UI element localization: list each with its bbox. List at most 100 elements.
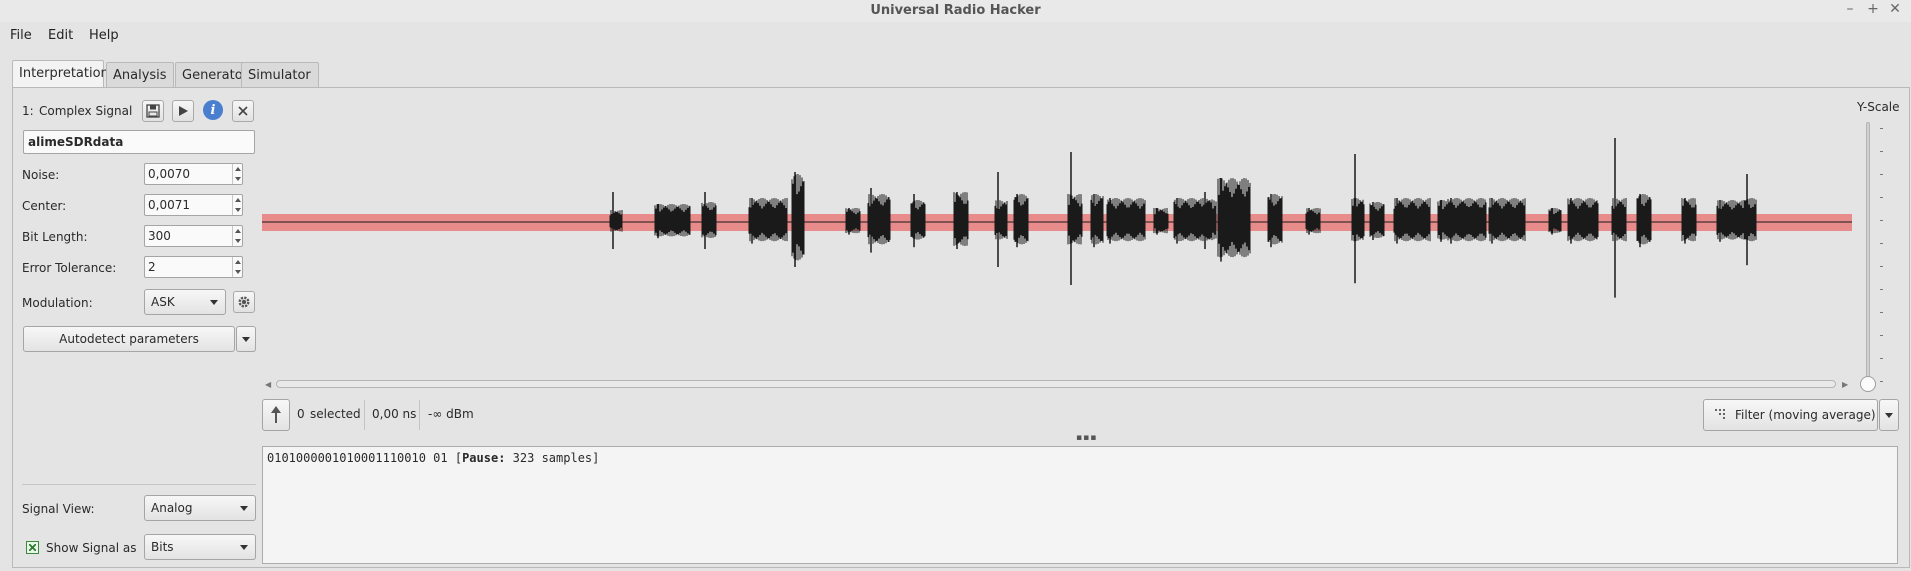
signal-burst: [1305, 208, 1321, 234]
error-tolerance-stepper[interactable]: [232, 257, 242, 277]
signal-burst: [1090, 194, 1104, 245]
divider: [364, 400, 365, 430]
close-signal-button[interactable]: [232, 100, 254, 122]
bit-length-stepper[interactable]: [232, 226, 242, 246]
show-signal-checkbox[interactable]: [26, 541, 39, 554]
maximize-button[interactable]: +: [1864, 1, 1882, 17]
scroll-right-icon[interactable]: ▶: [1842, 380, 1848, 389]
signal-burst: [1488, 198, 1526, 242]
y-scale-slider-handle[interactable]: [1860, 376, 1876, 392]
pause-value: 323 samples: [512, 451, 593, 465]
signal-burst: [1267, 194, 1283, 245]
close-icon: [238, 106, 248, 116]
signal-burst: [1636, 194, 1652, 245]
y-scale-label: Y-Scale: [1857, 100, 1900, 114]
y-scale-slider[interactable]: [1866, 122, 1870, 384]
pause-label: Pause:: [462, 451, 506, 465]
signal-burst: [1743, 198, 1757, 242]
signal-burst: [609, 210, 623, 232]
title-bar: Universal Radio Hacker – + ✕: [0, 0, 1911, 22]
splitter-handle[interactable]: ▪▪▪: [1076, 433, 1097, 443]
y-scale-tick: [1880, 174, 1883, 175]
modulation-select[interactable]: ASK: [144, 289, 226, 315]
horizontal-scrollbar[interactable]: [276, 380, 1836, 388]
y-scale-tick: [1880, 289, 1883, 290]
show-signal-as-value: Bits: [151, 540, 174, 554]
tab-analysis[interactable]: Analysis: [106, 62, 174, 88]
show-signal-as-select[interactable]: Bits: [144, 534, 256, 560]
signal-burst: [701, 202, 717, 238]
signal-burst: [1369, 202, 1385, 238]
autodetect-options-button[interactable]: [236, 326, 256, 352]
play-signal-button[interactable]: [172, 100, 194, 122]
signal-view-select[interactable]: Analog: [144, 495, 256, 521]
signal-burst: [1393, 198, 1431, 242]
window-title: Universal Radio Hacker: [870, 3, 1041, 18]
signal-burst: [1013, 194, 1029, 245]
bits-output[interactable]: 0101000001010001110010 01 [Pause: 323 sa…: [262, 446, 1898, 564]
show-lines-button[interactable]: [262, 399, 290, 431]
save-signal-button[interactable]: [142, 100, 164, 122]
signal-burst: [1217, 178, 1251, 258]
play-icon: [179, 106, 188, 116]
signal-view-label: Signal View:: [22, 502, 95, 516]
menu-file[interactable]: File: [10, 28, 32, 43]
signal-plot[interactable]: [262, 100, 1862, 380]
signal-burst: [1548, 208, 1562, 234]
bit-length-value: 300: [148, 229, 171, 243]
chevron-down-icon: [242, 337, 250, 342]
signal-burst: [654, 204, 691, 237]
signal-burst: [994, 200, 1008, 240]
close-window-button[interactable]: ✕: [1886, 1, 1904, 17]
y-scale-tick: [1880, 312, 1883, 313]
noise-stepper[interactable]: [232, 164, 242, 184]
error-tolerance-spinbox[interactable]: 2: [144, 256, 243, 278]
menu-help[interactable]: Help: [89, 28, 119, 43]
arrow-up-down-icon: [271, 406, 281, 423]
y-scale-tick: [1880, 358, 1883, 359]
chevron-down-icon: [240, 506, 248, 511]
info-icon: i: [203, 100, 223, 120]
filter-options-button[interactable]: [1879, 399, 1899, 431]
chevron-down-icon: [240, 545, 248, 550]
y-scale-tick: [1880, 266, 1883, 267]
modulation-label: Modulation:: [22, 296, 93, 310]
y-scale-tick: [1880, 243, 1883, 244]
minimize-button[interactable]: –: [1841, 1, 1859, 17]
signal-info-button[interactable]: i: [203, 100, 223, 120]
selected-label: selected: [310, 407, 361, 421]
signal-burst: [910, 200, 926, 240]
signal-burst: [791, 174, 805, 261]
autodetect-parameters-button[interactable]: Autodetect parameters: [23, 326, 235, 352]
y-scale-tick: [1880, 128, 1883, 129]
filter-icon: [1715, 409, 1725, 419]
tab-interpretation[interactable]: Interpretation: [12, 60, 109, 89]
modulation-settings-button[interactable]: [233, 291, 255, 313]
center-stepper[interactable]: [232, 195, 242, 215]
chevron-down-icon: [210, 300, 218, 305]
noise-spinbox[interactable]: 0,0070: [144, 163, 243, 185]
signal-burst: [1681, 198, 1697, 242]
signal-burst: [1611, 198, 1627, 242]
show-signal-label: Show Signal as: [46, 541, 137, 555]
signal-burst: [1351, 198, 1365, 242]
signal-burst: [1447, 198, 1487, 242]
signal-burst: [1567, 198, 1599, 242]
scroll-left-icon[interactable]: ◀: [265, 380, 271, 389]
filter-button[interactable]: Filter (moving average): [1703, 399, 1878, 431]
error-tolerance-label: Error Tolerance:: [22, 261, 117, 275]
center-spinbox[interactable]: 0,0071: [144, 194, 243, 216]
center-label: Center:: [22, 199, 67, 213]
y-scale-tick: [1880, 335, 1883, 336]
bit-length-spinbox[interactable]: 300: [144, 225, 243, 247]
selection-power: -∞ dBm: [428, 407, 474, 421]
signal-name-field[interactable]: alimeSDRdata: [23, 130, 255, 154]
signal-index: 1:: [22, 104, 34, 118]
signal-burst: [1067, 194, 1083, 245]
menu-edit[interactable]: Edit: [48, 28, 73, 43]
center-value: 0,0071: [148, 198, 190, 212]
gear-icon: [238, 296, 250, 308]
tab-simulator[interactable]: Simulator: [241, 62, 319, 88]
menu-bar: File Edit Help: [0, 24, 600, 48]
y-scale-tick: [1880, 197, 1883, 198]
